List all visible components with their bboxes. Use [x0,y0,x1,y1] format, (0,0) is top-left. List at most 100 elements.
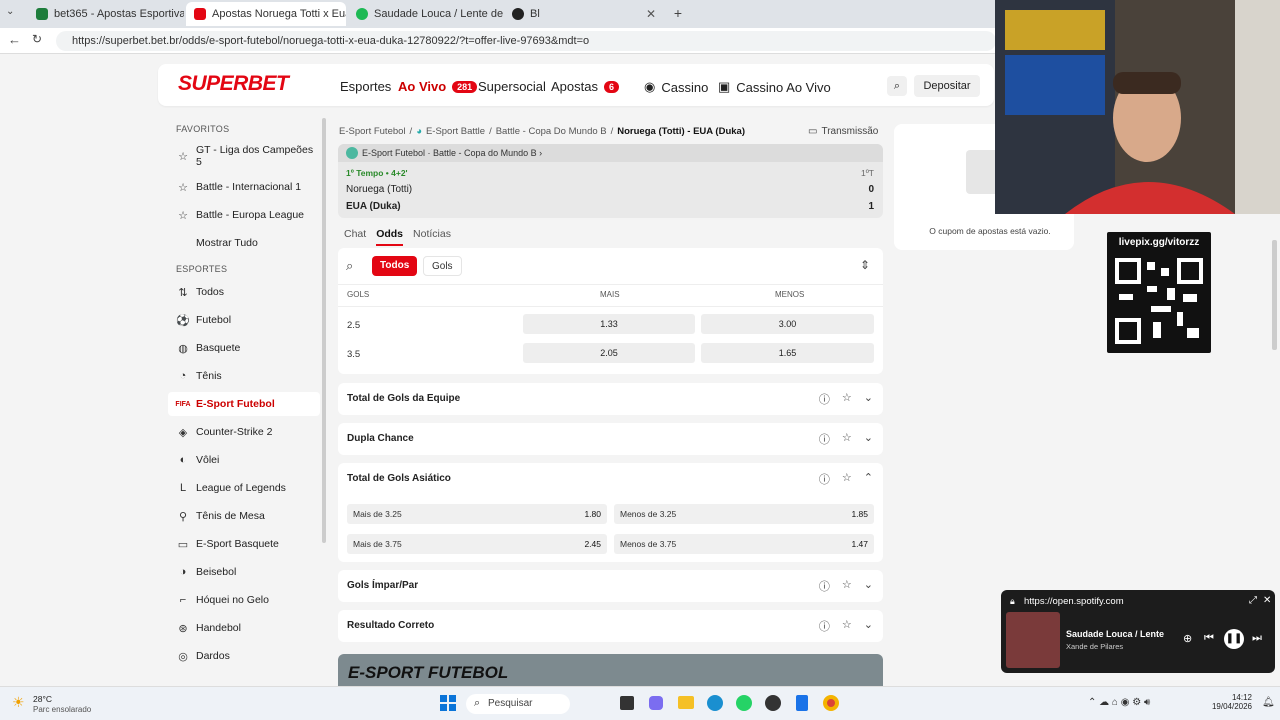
favorite-item[interactable]: ☆ GT - Liga dos Campeões 5 [168,142,320,170]
url-field[interactable]: https://superbet.bet.br/odds/e-sport-fut… [56,31,996,51]
asian-odd-button[interactable]: Menos de 3.75 1.47 [614,534,874,554]
file-explorer-icon[interactable] [678,696,694,709]
asian-odd-button[interactable]: Mais de 3.25 1.80 [347,504,607,524]
info-icon[interactable]: ⓘ [819,471,830,487]
expand-collapse-icon[interactable]: ⇕ [860,258,870,272]
chevron-up-icon[interactable]: ⌃ [864,471,873,487]
sport-item-handebol[interactable]: ⊛ Handebol [168,618,320,638]
star-icon[interactable]: ☆ [842,578,852,594]
chrome-icon[interactable] [823,695,839,711]
tab-search-icon[interactable]: ⌄ [6,6,14,17]
taskbar-clock[interactable]: 14:12 19/04/2026 [1208,693,1252,711]
info-icon[interactable]: ⓘ [819,391,830,407]
chevron-down-icon[interactable]: ⌄ [864,578,873,594]
filter-todos-button[interactable]: Todos [372,256,418,276]
reload-icon[interactable]: ↻ [32,32,42,46]
app-icon[interactable] [765,695,781,711]
browser-tab-spotify[interactable]: Saudade Louca / Lente de Con✕ [348,2,504,26]
sport-item-todos[interactable]: ⇅ Todos [168,282,320,302]
next-icon[interactable]: ⏭ [1252,632,1262,645]
sport-item-beisebol[interactable]: ◑ Beisebol [168,562,320,582]
sidebar-scrollbar[interactable] [322,118,326,543]
back-arrow-icon[interactable]: ← [8,32,21,47]
odd-button-mais[interactable]: 1.33 [523,314,695,334]
favorite-item[interactable]: ☆ Battle - Internacional 1 [168,178,320,196]
star-icon[interactable]: ☆ [842,471,852,487]
superbet-logo[interactable]: SUPERBET [178,72,289,96]
show-all-link[interactable]: Mostrar Tudo [168,234,320,252]
add-icon[interactable]: ⊕ [1183,632,1192,645]
market-dupla-chance[interactable]: Dupla Chance ⓘ ☆ ⌄ [338,423,883,455]
browser-tab-bet365[interactable]: bet365 - Apostas Esportivas Online✕ [28,2,184,26]
sport-item-basquete[interactable]: ◍ Basquete [168,338,320,358]
sport-item-hoquei[interactable]: ⌐ Hóquei no Gelo [168,590,320,610]
taskbar-search[interactable]: Pesquisar [466,694,570,714]
sport-item-esport-futebol[interactable]: FIFA E-Sport Futebol [168,392,320,416]
new-tab-icon[interactable]: + [670,5,686,21]
scoreboard-header[interactable]: E-Sport Futebol · Battle - Copa do Mundo… [338,144,883,162]
sport-item-dardos[interactable]: ◎ Dardos [168,646,320,666]
odd-button-mais[interactable]: 2.05 [523,343,695,363]
star-icon[interactable]: ☆ [842,618,852,634]
sport-item-lol[interactable]: L League of Legends [168,478,320,498]
notepad-icon[interactable] [796,695,808,711]
nav-cassino-ao-vivo[interactable]: ▣ Cassino Ao Vivo [718,79,831,95]
info-icon[interactable]: ⓘ [819,618,830,634]
page-scrollbar[interactable] [1272,240,1277,350]
pause-button[interactable]: ❚❚ [1224,629,1244,649]
market-resultado-correto[interactable]: Resultado Correto ⓘ ☆ ⌄ [338,610,883,642]
breadcrumb-item[interactable]: E-Sport Futebol [339,126,406,137]
whatsapp-icon[interactable] [736,695,752,711]
info-icon[interactable]: ⓘ [819,431,830,447]
search-icon[interactable]: ⌕ [887,76,907,96]
deposit-button[interactable]: Depositar [914,75,980,97]
sport-item-volei[interactable]: ◐ Vôlei [168,450,320,470]
notification-bell-icon[interactable]: 🔔︎ [1262,697,1275,708]
windows-start-icon[interactable] [440,695,456,711]
tab-noticias[interactable]: Notícias [413,228,451,246]
sport-item-tenis-de-mesa[interactable]: ⚲ Tênis de Mesa [168,506,320,526]
market-total-gols-equipe[interactable]: Total de Gols da Equipe ⓘ ☆ ⌄ [338,383,883,415]
browser-tab-superbet[interactable]: Apostas Noruega Totti x Eua Duka✕ [186,2,346,26]
search-icon[interactable]: ⌕ [346,258,353,274]
cs-icon: ◈ [178,426,188,439]
filter-gols-button[interactable]: Gols [423,256,462,276]
nav-esportes[interactable]: Esportes [340,79,391,94]
tab-chat[interactable]: Chat [344,228,366,246]
edge-icon[interactable] [707,695,723,711]
star-icon[interactable]: ☆ [842,391,852,407]
browser-tab-bl[interactable]: Bl ✕ [504,2,664,26]
odd-button-menos[interactable]: 1.65 [701,343,874,363]
copilot-icon[interactable] [649,696,663,710]
star-icon[interactable]: ☆ [842,431,852,447]
asian-odd-button[interactable]: Mais de 3.75 2.45 [347,534,607,554]
expand-icon[interactable]: ⤢ [1249,595,1257,606]
sport-item-esport-basquete[interactable]: ▭ E-Sport Basquete [168,534,320,554]
info-icon[interactable]: ⓘ [819,578,830,594]
sport-item-counter-strike[interactable]: ◈ Counter-Strike 2 [168,422,320,442]
nav-apostas[interactable]: Apostas 6 [551,79,619,94]
chevron-down-icon[interactable]: ⌄ [864,391,873,407]
close-tab-icon[interactable]: ✕ [640,7,656,21]
close-icon[interactable]: ✕ [1263,595,1271,606]
chevron-down-icon[interactable]: ⌄ [864,618,873,634]
asian-odd-button[interactable]: Menos de 3.25 1.85 [614,504,874,524]
breadcrumb-item[interactable]: Battle - Copa Do Mundo B [496,126,607,137]
weather-temp[interactable]: 28°C [33,694,52,704]
nav-supersocial[interactable]: Supersocial [478,79,546,94]
sport-item-futebol[interactable]: ⚽ Futebol [168,310,320,330]
previous-icon[interactable]: ⏮ [1204,632,1214,645]
transmissao-button[interactable]: ▭ Transmissão [808,126,878,137]
tab-odds[interactable]: Odds [376,228,404,246]
market-gols-impar-par[interactable]: Gols Ímpar/Par ⓘ ☆ ⌄ [338,570,883,602]
favorite-item[interactable]: ☆ Battle - Europa League [168,206,320,224]
nav-ao-vivo[interactable]: Ao Vivo 281 [398,79,478,94]
sport-item-tenis[interactable]: ◔ Tênis [168,366,320,386]
chevron-down-icon[interactable]: ⌄ [864,431,873,447]
breadcrumb-item[interactable]: E-Sport Battle [426,126,485,137]
nav-cassino[interactable]: ◉ Cassino [644,79,708,95]
bl-favicon-icon [512,8,524,20]
task-view-icon[interactable] [620,696,634,710]
odd-button-menos[interactable]: 3.00 [701,314,874,334]
system-tray-icons[interactable]: ⌃ ☁ ⌂ ◉ ⚙ 🔊︎ [1088,697,1150,708]
